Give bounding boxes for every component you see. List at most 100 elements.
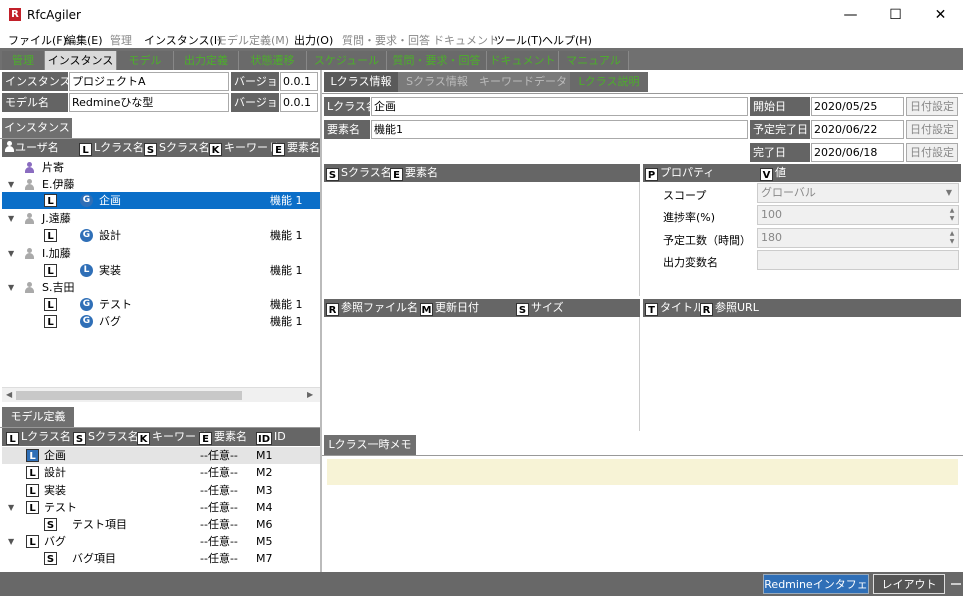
header-sclass[interactable]: S Sクラス名 — [73, 428, 139, 446]
progress-spinner[interactable]: 100 ▲ ▼ — [757, 205, 959, 225]
header-element[interactable]: E 要素名 — [272, 139, 320, 157]
tab-keyword-data[interactable]: キーワードデータ — [476, 72, 570, 92]
tab-manual[interactable]: マニュアル — [559, 51, 629, 70]
tree-row-user[interactable]: ▼ I.加藤 — [2, 245, 320, 262]
tree-row-instance[interactable]: L G 設計 機能 1 — [2, 227, 320, 244]
header-element[interactable]: E 要素名 — [199, 428, 247, 446]
expand-arrow-icon[interactable]: ▼ — [8, 176, 14, 193]
expand-arrow-icon[interactable]: ▼ — [8, 533, 14, 550]
tree-row-instance[interactable]: L G テスト 機能 1 — [2, 296, 320, 313]
sclass-table-body[interactable] — [324, 182, 640, 296]
menu-tools[interactable]: ツール(T) — [494, 32, 542, 48]
tree-row-user[interactable]: ▼ J.遠藤 — [2, 210, 320, 227]
model-row[interactable]: L 設計 --任意-- M2 — [2, 464, 320, 481]
scroll-right-icon[interactable]: ▶ — [307, 390, 313, 399]
menu-file[interactable]: ファイル(F) — [8, 32, 67, 48]
start-date-set-button[interactable]: 日付設定 — [906, 97, 958, 116]
tab-output-def[interactable]: 出力定義 — [174, 51, 239, 70]
header-updated[interactable]: M 更新日付 — [420, 299, 479, 317]
header-value[interactable]: V値 — [760, 164, 786, 182]
spin-up-icon[interactable]: ▲ — [947, 230, 957, 238]
instance-name-field[interactable]: プロジェクトA — [69, 72, 229, 91]
tree-row-user[interactable]: ▼ E.伊藤 — [2, 176, 320, 193]
ref-file-table-body[interactable] — [324, 317, 640, 431]
header-size[interactable]: S サイズ — [516, 299, 564, 317]
model-row[interactable]: S バグ項目 --任意-- M7 — [2, 550, 320, 567]
header-lclass[interactable]: L Lクラス名 — [79, 139, 144, 157]
header-lclass[interactable]: L Lクラス名 — [6, 428, 71, 446]
tab-model[interactable]: モデル — [117, 51, 174, 70]
tab-lclass-desc[interactable]: Lクラス説明 — [570, 72, 648, 92]
tab-lclass-memo[interactable]: Lクラス一時メモ — [324, 435, 416, 455]
tab-instance[interactable]: インスタンス — [45, 51, 117, 70]
tree-row-user[interactable]: 片寄 — [2, 159, 320, 176]
tree-row-user[interactable]: ▼ S.吉田 — [2, 279, 320, 296]
tree-row-instance[interactable]: L G バグ 機能 1 — [2, 313, 320, 330]
menu-document[interactable]: ドキュメント — [433, 32, 499, 48]
done-date-field[interactable]: 2020/06/18 — [811, 143, 904, 162]
start-date-field[interactable]: 2020/05/25 — [811, 97, 904, 116]
planned-date-field[interactable]: 2020/06/22 — [811, 120, 904, 139]
expand-arrow-icon[interactable]: ▼ — [8, 210, 14, 227]
scope-dropdown[interactable]: グローバル ▼ — [757, 183, 959, 203]
output-var-field[interactable] — [757, 250, 959, 270]
menu-output[interactable]: 出力(O) — [294, 32, 333, 48]
expand-arrow-icon[interactable]: ▼ — [8, 279, 14, 296]
close-button[interactable]: ✕ — [918, 0, 963, 30]
header-title[interactable]: T タイトル — [645, 299, 704, 317]
scroll-thumb[interactable] — [16, 391, 242, 400]
model-version-field[interactable]: 0.0.1 — [280, 93, 318, 112]
tab-qa[interactable]: 質問・要求・回答 — [387, 51, 487, 70]
spin-down-icon[interactable]: ▼ — [947, 215, 957, 223]
tree-row-instance[interactable]: L G 企画 機能 1 — [2, 192, 320, 209]
resize-grip-icon[interactable] — [951, 583, 961, 585]
tab-instance-tree[interactable]: インスタンス — [2, 118, 72, 138]
instance-tree-scrollbar[interactable]: ◀ ▶ — [2, 387, 320, 402]
planned-date-set-button[interactable]: 日付設定 — [906, 120, 958, 139]
minimize-button[interactable]: — — [828, 0, 873, 30]
redmine-interface-button[interactable]: Redmineインタフェース — [763, 574, 869, 594]
scroll-left-icon[interactable]: ◀ — [6, 390, 12, 399]
spin-up-icon[interactable]: ▲ — [947, 207, 957, 215]
model-name-field[interactable]: Redmineひな型 — [69, 93, 229, 112]
header-sclass[interactable]: S Sクラス名 — [144, 139, 210, 157]
menu-edit[interactable]: 編集(E) — [65, 32, 103, 48]
model-row[interactable]: L 実装 --任意-- M3 — [2, 482, 320, 499]
tab-lclass-info[interactable]: Lクラス情報 — [324, 72, 398, 92]
tree-row-instance[interactable]: L L 実装 機能 1 — [2, 262, 320, 279]
header-ref-file[interactable]: R 参照ファイル名 — [326, 299, 418, 317]
expand-arrow-icon[interactable]: ▼ — [8, 245, 14, 262]
header-sclass[interactable]: S Sクラス名 — [326, 164, 392, 182]
menu-help[interactable]: ヘルプ(H) — [542, 32, 592, 48]
instance-version-field[interactable]: 0.0.1 — [280, 72, 318, 91]
menu-qa[interactable]: 質問・要求・回答 — [342, 32, 430, 48]
url-table-body[interactable] — [643, 317, 961, 431]
model-row[interactable]: L 企画 --任意-- M1 — [2, 447, 320, 464]
element-name-field[interactable]: 機能1 — [371, 120, 748, 139]
layout-button[interactable]: レイアウト — [873, 574, 945, 594]
done-date-set-button[interactable]: 日付設定 — [906, 143, 958, 162]
spin-down-icon[interactable]: ▼ — [947, 238, 957, 246]
header-property[interactable]: P プロパティ — [645, 164, 714, 182]
tab-state-transition[interactable]: 状態遷移 — [239, 51, 307, 70]
tab-admin[interactable]: 管理 — [2, 51, 45, 70]
header-element[interactable]: E 要素名 — [390, 164, 438, 182]
model-row[interactable]: ▼ L バグ --任意-- M5 — [2, 533, 320, 550]
memo-textarea[interactable] — [327, 459, 958, 485]
expand-arrow-icon[interactable]: ▼ — [8, 499, 14, 516]
header-ref-url[interactable]: R 参照URL — [700, 299, 759, 317]
header-id[interactable]: ID ID — [256, 428, 286, 446]
lclass-name-field[interactable]: 企画 — [371, 97, 748, 116]
menu-model-def[interactable]: モデル定義(M) — [216, 32, 289, 48]
tab-sclass-info[interactable]: Sクラス情報 — [398, 72, 476, 92]
tab-model-def[interactable]: モデル定義 — [2, 407, 74, 427]
header-keyword[interactable]: K キーワード — [137, 428, 207, 446]
tab-schedule[interactable]: スケジュール — [307, 51, 387, 70]
model-row[interactable]: ▼ L テスト --任意-- M4 — [2, 499, 320, 516]
tab-document[interactable]: ドキュメント — [487, 51, 559, 70]
effort-spinner[interactable]: 180 ▲ ▼ — [757, 228, 959, 248]
header-keyword[interactable]: K キーワード — [209, 139, 279, 157]
menu-admin[interactable]: 管理 — [110, 32, 132, 48]
header-user[interactable]: ユーザ名 — [4, 139, 59, 157]
menu-instance[interactable]: インスタンス(I) — [144, 32, 221, 48]
